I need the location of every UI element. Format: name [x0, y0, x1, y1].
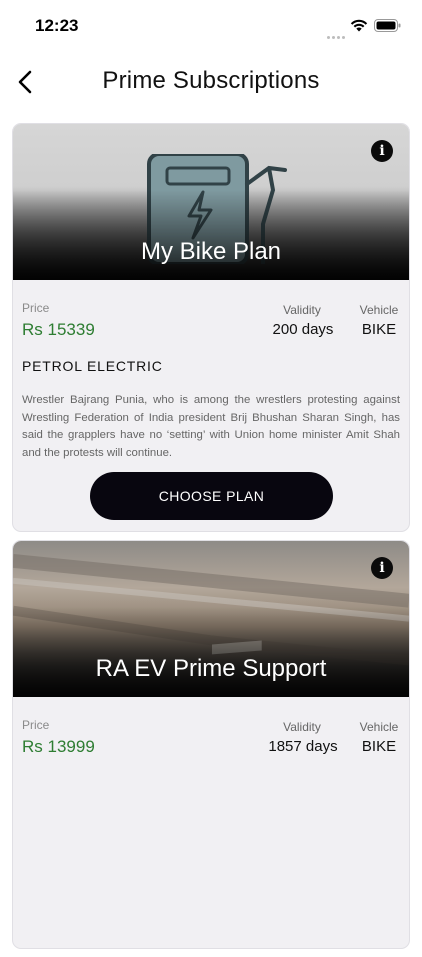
plan-card: RA EV Prime Support i Price Rs 13999 Val… [12, 540, 410, 949]
battery-icon [374, 19, 401, 32]
plan-banner: My Bike Plan i [13, 124, 409, 280]
price-value: Rs 15339 [22, 320, 95, 339]
plan-list: My Bike Plan i Price Rs 15339 Validity 2… [12, 123, 410, 957]
choose-plan-button[interactable]: CHOOSE PLAN [90, 472, 333, 520]
status-bar: 12:23 [0, 0, 422, 54]
cellular-dots-icon [327, 26, 347, 39]
validity-value: 1857 days [268, 738, 338, 755]
validity-label: Validity [283, 720, 321, 734]
vehicle-value: BIKE [361, 738, 397, 755]
page-title: Prime Subscriptions [102, 67, 320, 94]
price-label: Price [22, 718, 50, 732]
price-label: Price [22, 301, 50, 315]
plan-title: My Bike Plan [140, 238, 282, 265]
plan-title: RA EV Prime Support [95, 655, 327, 682]
plan-type: PETROL ELECTRIC [22, 358, 163, 374]
info-icon[interactable]: i [371, 557, 393, 579]
vehicle-label: Vehicle [359, 720, 399, 734]
plan-description: Wrestler Bajrang Punia, who is among the… [22, 394, 400, 459]
vehicle-label: Vehicle [359, 303, 399, 317]
price-value: Rs 13999 [22, 737, 95, 756]
status-time: 12:23 [35, 16, 79, 35]
plan-card: My Bike Plan i Price Rs 15339 Validity 2… [12, 123, 410, 532]
wifi-icon [350, 19, 368, 32]
validity-value: 200 days [272, 321, 334, 338]
validity-label: Validity [283, 303, 321, 317]
info-icon[interactable]: i [371, 140, 393, 162]
plan-banner: RA EV Prime Support i [13, 541, 409, 697]
vehicle-value: BIKE [361, 321, 397, 338]
